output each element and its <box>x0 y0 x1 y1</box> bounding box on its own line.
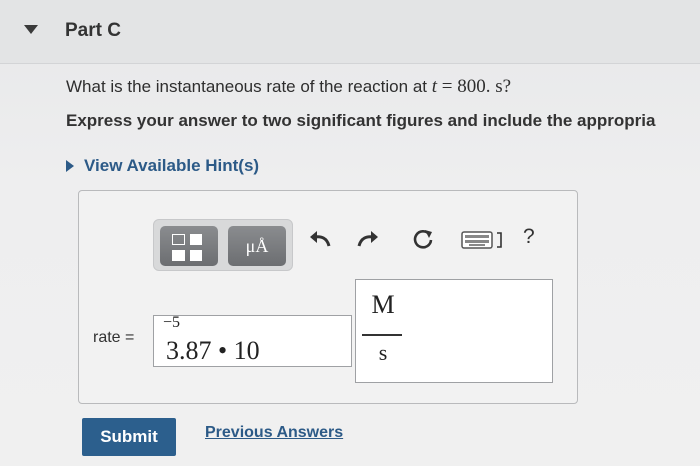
question-value: 800. s? <box>457 76 512 97</box>
previous-answers-link[interactable]: Previous Answers <box>205 424 343 442</box>
help-icon[interactable]: ? <box>523 225 535 249</box>
question-math: t = 800. s? <box>432 76 511 97</box>
part-header: Part C <box>0 0 700 64</box>
question-text: What is the instantaneous rate of the re… <box>66 76 511 98</box>
toolbar-button-group: μÅ <box>153 219 293 271</box>
rate-label: rate = <box>93 329 135 346</box>
units-icon: μÅ <box>245 236 269 256</box>
submit-button[interactable]: Submit <box>82 418 176 456</box>
part-title: Part C <box>65 20 121 41</box>
question-prefix: What is the instantaneous rate of the re… <box>66 77 432 96</box>
fraction-bar <box>362 334 402 336</box>
instruction-text: Express your answer to two significant f… <box>66 111 656 130</box>
undo-icon[interactable] <box>309 229 331 254</box>
value-mantissa: 3.87 • 10 <box>166 336 260 365</box>
value-text: 3.87 • 10 −5 <box>160 314 260 365</box>
units-button[interactable]: μÅ <box>228 226 286 266</box>
template-button[interactable] <box>160 226 218 266</box>
collapse-caret-icon[interactable] <box>24 25 38 34</box>
keyboard-icon[interactable] <box>461 231 505 254</box>
triangle-right-icon <box>66 160 74 172</box>
question-equals: = <box>437 76 458 97</box>
unit-numerator: M <box>371 290 395 319</box>
answer-panel: μÅ ? rate = 3.87 • 10 −5 M s <box>78 190 578 404</box>
value-exponent: −5 <box>163 314 181 332</box>
view-hints-link[interactable]: View Available Hint(s) <box>66 156 259 176</box>
reset-icon[interactable] <box>411 227 435 256</box>
view-hints-label: View Available Hint(s) <box>84 156 260 175</box>
unit-input[interactable]: M s <box>355 279 553 383</box>
math-toolbar: μÅ ? <box>149 213 535 271</box>
value-input[interactable]: 3.87 • 10 −5 <box>153 314 352 367</box>
unit-denominator: s <box>378 340 388 365</box>
redo-icon[interactable] <box>357 229 379 254</box>
